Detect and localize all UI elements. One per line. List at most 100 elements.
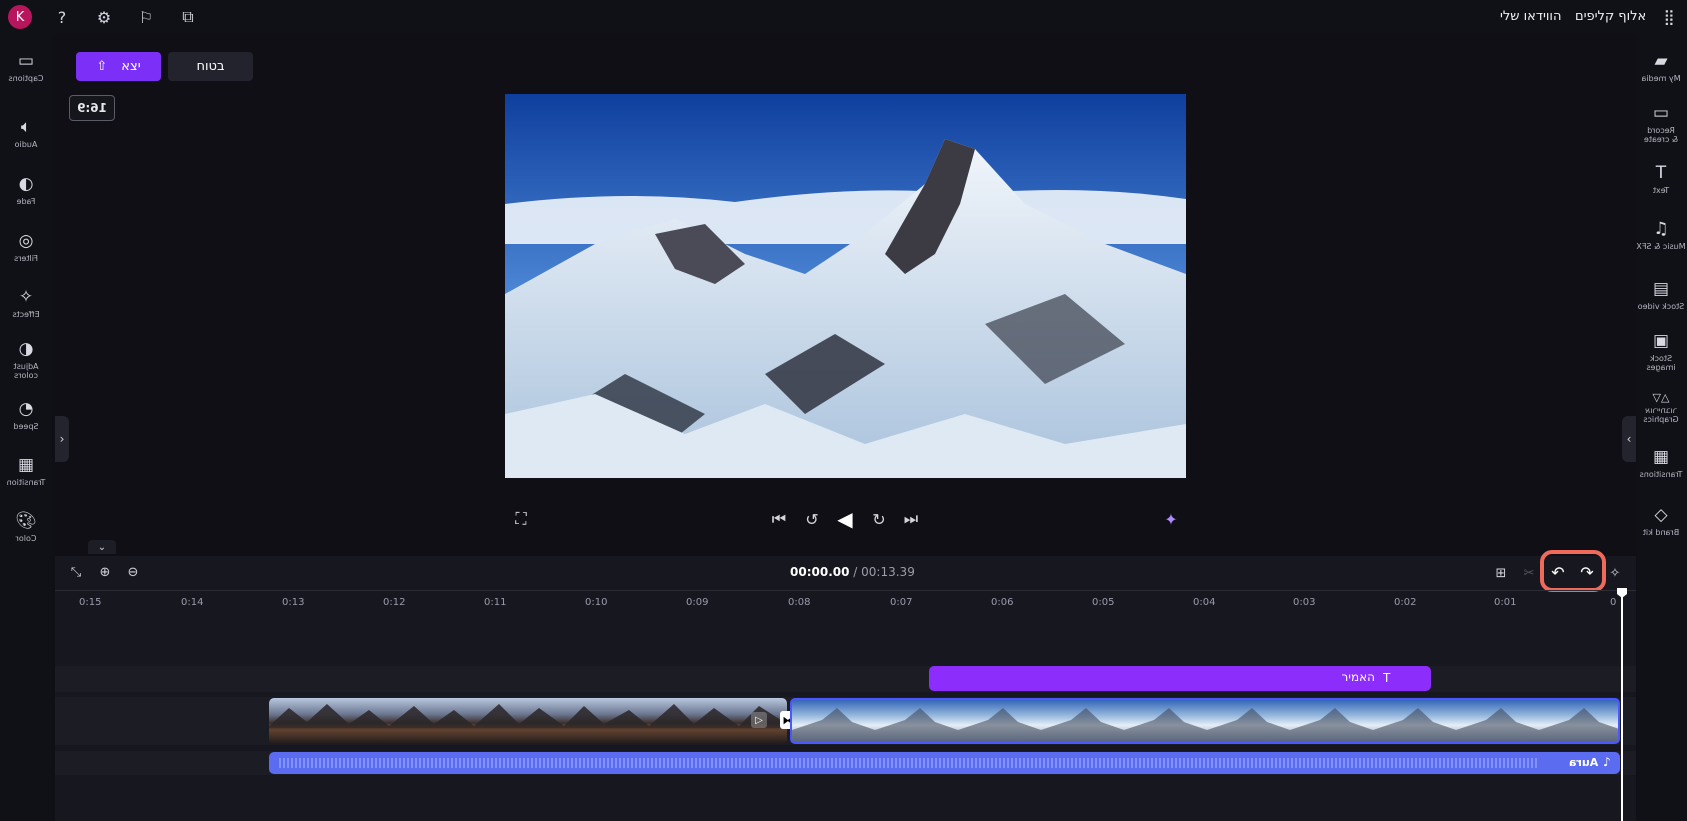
shapes-icon: ▽△ — [1652, 390, 1670, 404]
tool-music-sfx[interactable]: ♫ Music & SFX — [1635, 218, 1687, 251]
add-media-icon[interactable]: ⊞ — [1491, 563, 1511, 583]
undo-icon[interactable]: ↶ — [1547, 561, 1569, 583]
redo-icon[interactable]: ↷ — [1576, 561, 1598, 583]
help-icon[interactable]: ? — [52, 7, 72, 27]
fullscreen-icon[interactable]: ⛶ — [511, 509, 531, 529]
tool-label: Stock video — [1637, 302, 1685, 311]
export-button[interactable]: ⇧ יצא — [76, 52, 161, 81]
app-title[interactable]: אלוף קליפים — [1575, 9, 1646, 24]
tool-filters[interactable]: ◎ Filters — [0, 230, 52, 263]
tool-label: Audio — [14, 140, 38, 149]
video-clip-2-thumbnails — [792, 708, 1618, 742]
collapse-left-panel[interactable]: › — [55, 416, 69, 462]
palette-icon: 🎨︎ — [15, 511, 37, 531]
ruler-tick: 0:07 — [890, 597, 913, 608]
magic-edit-icon[interactable]: ✦ — [1160, 509, 1182, 529]
tool-label: אורייתבור Graphics — [1643, 406, 1679, 424]
tool-label: Brand kit — [1642, 528, 1680, 537]
aspect-ratio-button[interactable]: 16:9 — [69, 95, 115, 121]
music-note-icon: ♪ — [1603, 755, 1611, 769]
ruler-tick: 0:02 — [1394, 597, 1417, 608]
sparkle-icon[interactable]: ✧ — [1605, 563, 1625, 583]
tool-label: Transitions — [1639, 470, 1683, 479]
tool-label: Effects — [12, 310, 40, 319]
collapse-right-panel[interactable]: ‹ — [1622, 416, 1636, 462]
play-icon[interactable]: ◀ — [834, 507, 856, 531]
tool-my-media[interactable]: ▰ My media — [1635, 50, 1687, 83]
video-clip-1[interactable]: ▷ — [269, 698, 787, 744]
upload-icon: ⇧ — [96, 59, 108, 74]
text-clip[interactable]: T האמיר — [929, 666, 1431, 691]
save-label: בטוח — [196, 59, 225, 74]
ruler-tick: 0:12 — [383, 597, 406, 608]
playhead[interactable] — [1621, 592, 1623, 821]
ruler-tick: 0:11 — [484, 597, 507, 608]
tool-label: Text — [1652, 186, 1670, 195]
ruler-tick: 0:03 — [1293, 597, 1316, 608]
skip-to-start-icon[interactable]: ⏮︎ — [769, 509, 789, 529]
wand-icon: ✧ — [18, 287, 34, 307]
tool-label: Captions — [8, 74, 44, 83]
contrast-icon: ◑ — [18, 339, 34, 359]
collapse-timeline-icon[interactable]: ⌄ — [88, 540, 116, 554]
ruler-tick: 0:10 — [585, 597, 608, 608]
current-time: 00:00.00 — [790, 565, 850, 579]
tool-captions[interactable]: ▭ Captions — [0, 50, 52, 83]
tool-label: Adjust colors — [13, 362, 39, 380]
ruler-tick: 0:06 — [991, 597, 1014, 608]
tool-label: Music & SFX — [1636, 242, 1686, 251]
tool-label: Stock images — [1646, 354, 1676, 372]
tool-text[interactable]: T Text — [1635, 162, 1687, 195]
music-icon: ♫ — [1653, 219, 1669, 239]
ruler-tick: 0:01 — [1494, 597, 1517, 608]
tool-speed[interactable]: ◔ Speed — [0, 398, 52, 431]
text-clip-label: האמיר — [1341, 670, 1375, 684]
transition-icon: ▦ — [1652, 447, 1670, 467]
save-button[interactable]: בטוח — [168, 52, 253, 81]
video-preview[interactable] — [505, 94, 1186, 478]
section-title[interactable]: הווידאו שלי — [1500, 9, 1561, 24]
tool-stock-video[interactable]: ▤ Stock video — [1635, 278, 1687, 311]
clip-play-icon: ▷ — [751, 712, 767, 728]
tool-color[interactable]: 🎨︎ Color — [0, 510, 52, 543]
skip-to-end-icon[interactable]: ⏭︎ — [901, 509, 921, 529]
captions-icon: ▭ — [17, 51, 35, 71]
user-avatar[interactable]: K — [8, 5, 32, 29]
feedback-icon[interactable]: ⚐ — [136, 7, 156, 27]
tool-label: My media — [1641, 74, 1681, 83]
rewind-5s-icon[interactable]: ↺ — [802, 509, 822, 529]
zoom-in-icon[interactable]: ⊕ — [95, 563, 115, 581]
forward-5s-icon[interactable]: ↻ — [869, 509, 889, 529]
split-icon: ✂ — [1523, 565, 1535, 581]
tool-fade[interactable]: ◐ Fade — [0, 173, 52, 206]
fit-timeline-icon[interactable]: ⤡ — [66, 563, 86, 581]
ruler-tick: 0:13 — [282, 597, 305, 608]
tool-transition[interactable]: ▦ Transition — [0, 454, 52, 487]
speedometer-icon: ◔ — [18, 399, 34, 419]
export-label: יצא — [121, 59, 141, 74]
ruler-tick: 0:15 — [79, 597, 102, 608]
fade-icon: ◐ — [18, 174, 34, 194]
tool-stock-images[interactable]: ▣ Stock images — [1635, 330, 1687, 372]
tool-record-create[interactable]: ▭ Record & create — [1635, 102, 1687, 144]
brand-icon: ◇ — [1654, 505, 1668, 525]
settings-icon[interactable]: ⚙ — [94, 7, 114, 27]
ruler-tick: 0:08 — [788, 597, 811, 608]
audio-clip[interactable]: Aura ♪ — [269, 752, 1620, 774]
grid-icon[interactable]: ⣿ — [1658, 6, 1680, 28]
transition-icon: ▦ — [17, 455, 35, 475]
tool-effects[interactable]: ✧ Effects — [0, 286, 52, 319]
zoom-out-icon[interactable]: ⊖ — [123, 563, 143, 581]
folder-icon: ▰ — [1654, 51, 1668, 71]
tool-transitions[interactable]: ▦ Transitions — [1635, 446, 1687, 479]
tool-graphics[interactable]: ▽△ אורייתבור Graphics — [1635, 390, 1687, 425]
share-icon[interactable]: ⧉ — [178, 7, 198, 27]
tool-label: Color — [15, 534, 37, 543]
image-icon: ▣ — [1652, 331, 1670, 351]
video-clip-1-thumbnails — [269, 704, 787, 744]
video-clip-2[interactable] — [790, 698, 1620, 744]
left-sidebar: ▭ Captions 🔈︎ Audio ◐ Fade ◎ Filters ✧ E… — [0, 34, 52, 821]
tool-brand-kit[interactable]: ◇ Brand kit — [1635, 504, 1687, 537]
tool-audio[interactable]: 🔈︎ Audio — [0, 116, 52, 149]
tool-adjust-colors[interactable]: ◑ Adjust colors — [0, 338, 52, 380]
